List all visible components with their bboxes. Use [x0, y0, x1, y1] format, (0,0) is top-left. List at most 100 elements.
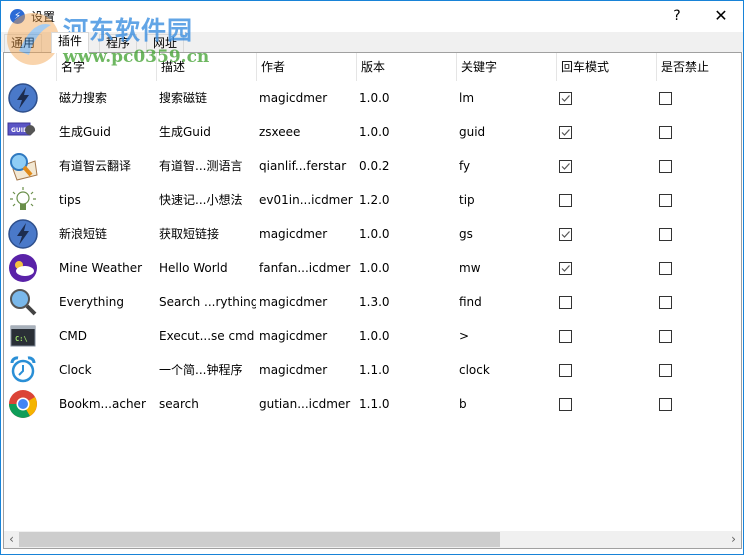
cell-version: 1.3.0 — [359, 295, 390, 309]
enter-mode-checkbox[interactable] — [559, 194, 572, 207]
table-row[interactable]: Clock 一个简...钟程序 magicdmer 1.1.0 clock — [4, 353, 741, 387]
cell-version: 1.0.0 — [359, 125, 390, 139]
cell-description: Hello World — [159, 261, 228, 275]
cell-keyword[interactable]: find — [459, 285, 556, 319]
window-title: 设置 — [31, 10, 56, 24]
lightning-icon — [7, 83, 39, 113]
cell-version: 1.0.0 — [359, 91, 390, 105]
cell-name: 新浪短链 — [59, 227, 108, 241]
disabled-checkbox[interactable] — [659, 228, 672, 241]
cell-author: zsxeee — [259, 125, 301, 139]
cell-version: 1.0.0 — [359, 227, 390, 241]
table-row[interactable]: 新浪短链 获取短链接 magicdmer 1.0.0 gs — [4, 217, 741, 251]
tab-plugins[interactable]: 插件 — [51, 32, 90, 53]
cell-keyword[interactable]: mw — [459, 251, 556, 285]
disabled-checkbox[interactable] — [659, 160, 672, 173]
disabled-checkbox[interactable] — [659, 364, 672, 377]
cell-description: 快速记...小想法 — [159, 193, 243, 207]
scroll-thumb[interactable] — [19, 532, 500, 547]
cell-author: fanfan...icdmer — [259, 261, 351, 275]
column-header-author[interactable]: 作者 — [256, 53, 356, 81]
cell-author: qianlif...ferstar — [259, 159, 347, 173]
disabled-checkbox[interactable] — [659, 194, 672, 207]
cell-description: 获取短链接 — [159, 227, 220, 241]
table-row[interactable]: GUID 生成Guid 生成Guid zsxeee 1.0.0 guid — [4, 115, 741, 149]
disabled-checkbox[interactable] — [659, 296, 672, 309]
cell-author: magicdmer — [259, 227, 328, 241]
enter-mode-checkbox[interactable] — [559, 330, 572, 343]
tab-general[interactable]: 通用 — [4, 34, 43, 52]
enter-mode-checkbox[interactable] — [559, 364, 572, 377]
cell-keyword[interactable]: guid — [459, 115, 556, 149]
enter-mode-checkbox[interactable] — [559, 160, 572, 173]
title-bar: ⚡ 设置 ? ✕ — [1, 1, 743, 32]
tab-urls[interactable]: 网址 — [146, 34, 185, 52]
column-header-keyword[interactable]: 关键字 — [456, 53, 556, 81]
cell-description: search — [159, 397, 199, 411]
settings-window: ⚡ 设置 ? ✕ 通用 插件 程序 网址 名字 描述 作者 版本 关键字 回车模… — [0, 0, 744, 555]
disabled-checkbox[interactable] — [659, 126, 672, 139]
column-header-disabled[interactable]: 是否禁止 — [656, 53, 741, 81]
chrome-icon — [7, 389, 39, 419]
app-lightning-icon: ⚡ — [10, 9, 25, 24]
cell-version: 1.1.0 — [359, 363, 390, 377]
plugins-panel: 名字 描述 作者 版本 关键字 回车模式 是否禁止 磁力搜索 搜索磁链 magicd… — [3, 52, 742, 549]
tab-bar: 通用 插件 程序 网址 — [1, 32, 743, 53]
cell-keyword[interactable]: tip — [459, 183, 556, 217]
cell-description: 有道智...测语言 — [159, 159, 243, 173]
cell-author: gutian...icdmer — [259, 397, 351, 411]
horizontal-scrollbar[interactable]: ‹ › — [4, 531, 741, 548]
disabled-checkbox[interactable] — [659, 92, 672, 105]
enter-mode-checkbox[interactable] — [559, 296, 572, 309]
disabled-checkbox[interactable] — [659, 398, 672, 411]
table-row[interactable]: 有道智云翻译 有道智...测语言 qianlif...ferstar 0.0.2 fy — [4, 149, 741, 183]
column-header-enter-mode[interactable]: 回车模式 — [556, 53, 656, 81]
help-button[interactable]: ? — [665, 4, 689, 28]
disabled-checkbox[interactable] — [659, 330, 672, 343]
cell-author: magicdmer — [259, 91, 328, 105]
cell-author: magicdmer — [259, 329, 328, 343]
tab-programs[interactable]: 程序 — [99, 34, 138, 52]
cell-description: Search ...rything — [159, 295, 256, 309]
table-row[interactable]: 磁力搜索 搜索磁链 magicdmer 1.0.0 lm — [4, 81, 741, 115]
enter-mode-checkbox[interactable] — [559, 126, 572, 139]
table-row[interactable]: tips 快速记...小想法 ev01in...icdmer 1.2.0 tip — [4, 183, 741, 217]
plugins-table: 名字 描述 作者 版本 关键字 回车模式 是否禁止 磁力搜索 搜索磁链 magicd… — [4, 53, 741, 531]
cell-description: 一个简...钟程序 — [159, 363, 243, 377]
cell-name: Clock — [59, 363, 92, 377]
scroll-left-arrow[interactable]: ‹ — [4, 531, 19, 548]
scroll-right-arrow[interactable]: › — [726, 531, 741, 548]
lightbulb-icon — [7, 185, 39, 215]
svg-text:C:\: C:\ — [15, 335, 28, 343]
table-row[interactable]: Mine Weather Hello World fanfan...icdmer 1.… — [4, 251, 741, 285]
cell-name: 磁力搜索 — [59, 91, 108, 105]
table-row[interactable]: C:\ CMD Execut...se cmd magicdmer 1.0.0 > — [4, 319, 741, 353]
cell-name: CMD — [59, 329, 87, 343]
enter-mode-checkbox[interactable] — [559, 262, 572, 275]
close-button[interactable]: ✕ — [707, 4, 735, 28]
column-header-description[interactable]: 描述 — [156, 53, 256, 81]
enter-mode-checkbox[interactable] — [559, 398, 572, 411]
table-header: 名字 描述 作者 版本 关键字 回车模式 是否禁止 — [4, 53, 741, 81]
column-header-name[interactable]: 名字 — [56, 53, 156, 81]
cell-description: 生成Guid — [159, 125, 211, 139]
cell-description: 搜索磁链 — [159, 91, 208, 105]
column-header-version[interactable]: 版本 — [356, 53, 456, 81]
cell-description: Execut...se cmd — [159, 329, 255, 343]
cell-keyword[interactable]: b — [459, 387, 556, 421]
cell-keyword[interactable]: > — [459, 319, 556, 353]
cell-name: Everything — [59, 295, 124, 309]
table-row[interactable]: Everything Search ...rything magicdmer 1.3.… — [4, 285, 741, 319]
cell-keyword[interactable]: fy — [459, 149, 556, 183]
cell-keyword[interactable]: clock — [459, 353, 556, 387]
cell-name: Mine Weather — [59, 261, 143, 275]
enter-mode-checkbox[interactable] — [559, 228, 572, 241]
cell-keyword[interactable]: lm — [459, 81, 556, 115]
table-row[interactable]: Bookm...acher search gutian...icdmer 1.1.0 b — [4, 387, 741, 421]
cell-author: magicdmer — [259, 363, 328, 377]
enter-mode-checkbox[interactable] — [559, 92, 572, 105]
disabled-checkbox[interactable] — [659, 262, 672, 275]
cell-keyword[interactable]: gs — [459, 217, 556, 251]
guid-wrench-icon: GUID — [7, 117, 39, 147]
cell-name: tips — [59, 193, 81, 207]
